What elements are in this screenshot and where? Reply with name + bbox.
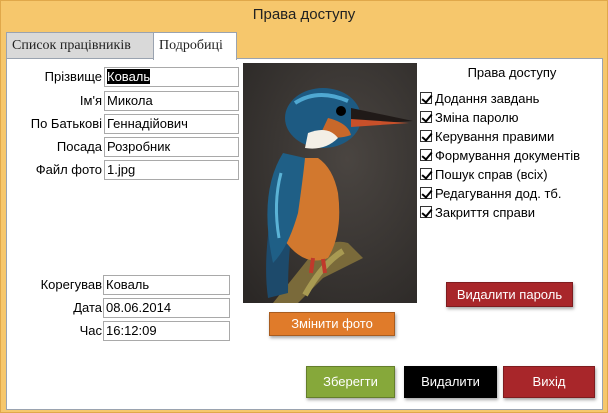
surname-field[interactable]: Коваль xyxy=(104,67,239,87)
tab-details[interactable]: Подробиці xyxy=(153,32,237,60)
edited-by-field[interactable]: Коваль xyxy=(103,275,230,295)
window-title: Права доступу xyxy=(252,6,356,23)
right-item-label: Додання завдань xyxy=(435,91,540,106)
patronymic-field[interactable]: Геннадійович xyxy=(104,114,239,134)
surname-label: Прізвище xyxy=(44,69,102,84)
right-item-label: Зміна паролю xyxy=(435,110,519,125)
checkbox-checked-icon[interactable] xyxy=(420,111,432,123)
time-label: Час xyxy=(79,323,102,338)
time-field[interactable]: 16:12:09 xyxy=(103,321,230,341)
right-item-label: Формування документів xyxy=(435,148,581,163)
access-rights-window: Права доступу Список працівників Подроби… xyxy=(0,0,608,413)
rights-title: Права доступу xyxy=(467,65,557,80)
exit-button[interactable]: Вихід xyxy=(503,366,595,398)
position-label: Посада xyxy=(56,139,102,154)
details-panel: Прізвище Коваль Ім'я Микола По Батькові … xyxy=(6,58,603,410)
name-field[interactable]: Микола xyxy=(104,91,239,111)
save-button[interactable]: Зберегти xyxy=(306,366,395,398)
kingfisher-photo-icon xyxy=(243,63,417,303)
right-item[interactable]: Формування документів xyxy=(420,146,580,165)
change-photo-button[interactable]: Змінити фото xyxy=(269,312,395,336)
checkbox-checked-icon[interactable] xyxy=(420,187,432,199)
photo-file-label: Файл фото xyxy=(35,162,102,177)
delete-button[interactable]: Видалити xyxy=(404,366,497,398)
right-item[interactable]: Керування правими xyxy=(420,127,554,146)
right-item[interactable]: Додання завдань xyxy=(420,89,539,108)
right-item-label: Керування правими xyxy=(435,129,555,144)
date-field[interactable]: 08.06.2014 xyxy=(103,298,230,318)
right-item[interactable]: Редагування дод. тб. xyxy=(420,184,561,203)
edited-by-label: Корегував xyxy=(40,277,102,292)
right-item-label: Пошук справ (всіх) xyxy=(435,167,548,182)
right-item-label: Редагування дод. тб. xyxy=(435,186,562,201)
checkbox-checked-icon[interactable] xyxy=(420,149,432,161)
checkbox-checked-icon[interactable] xyxy=(420,92,432,104)
checkbox-checked-icon[interactable] xyxy=(420,206,432,218)
right-item[interactable]: Пошук справ (всіх) xyxy=(420,165,548,184)
right-item[interactable]: Зміна паролю xyxy=(420,108,518,127)
employee-photo xyxy=(243,63,417,303)
patronymic-label: По Батькові xyxy=(30,116,102,131)
position-field[interactable]: Розробник xyxy=(104,137,239,157)
checkbox-checked-icon[interactable] xyxy=(420,130,432,142)
delete-password-button[interactable]: Видалити пароль xyxy=(446,282,573,307)
right-item[interactable]: Закриття справи xyxy=(420,203,535,222)
date-label: Дата xyxy=(73,300,102,315)
tab-employee-list[interactable]: Список працівників xyxy=(6,32,154,59)
surname-value: Коваль xyxy=(107,69,151,84)
name-label: Ім'я xyxy=(79,93,102,108)
right-item-label: Закриття справи xyxy=(435,205,535,220)
photo-file-field[interactable]: 1.jpg xyxy=(104,160,239,180)
checkbox-checked-icon[interactable] xyxy=(420,168,432,180)
